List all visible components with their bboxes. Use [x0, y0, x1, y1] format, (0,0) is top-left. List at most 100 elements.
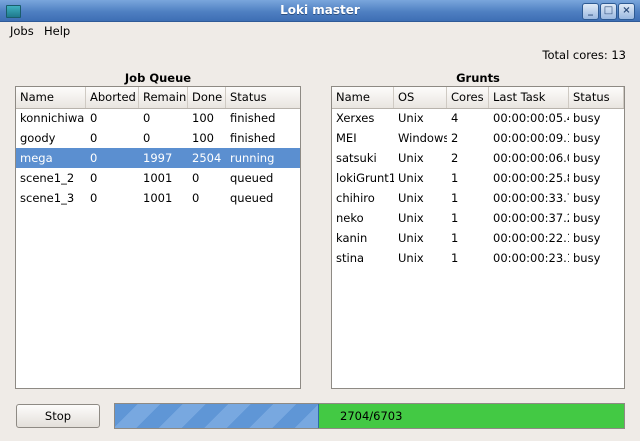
job-column-header[interactable]: Done [188, 87, 226, 108]
grunt-column-header[interactable]: Last Task [489, 87, 569, 108]
job-cell: 0 [90, 151, 98, 165]
job-cell: 0 [143, 111, 151, 125]
job-cell: 1001 [143, 171, 173, 185]
grunt-cell: lokiGrunt1 [336, 171, 394, 185]
grunt-column-header[interactable]: Cores [447, 87, 489, 108]
grunt-cell: busy [573, 191, 601, 205]
job-row[interactable]: scene1_2 0 1001 0 queued [16, 168, 300, 188]
menu-help[interactable]: Help [44, 24, 70, 38]
grunt-cell: busy [573, 211, 601, 225]
job-cell: running [230, 151, 275, 165]
job-cell: 0 [192, 191, 200, 205]
grunt-cell: 1 [451, 211, 459, 225]
job-cell: scene1_2 [20, 171, 75, 185]
job-row[interactable]: goody 0 0 100 finished [16, 128, 300, 148]
grunt-cell: Unix [398, 231, 424, 245]
job-cell: 1001 [143, 191, 173, 205]
job-column-header[interactable]: Status [226, 87, 300, 108]
grunt-cell: busy [573, 231, 601, 245]
minimize-icon[interactable]: _ [582, 3, 599, 20]
grunt-cell: 00:00:00:06.0 [493, 151, 569, 165]
grunt-cell: kanin [336, 231, 368, 245]
job-cell: finished [230, 111, 276, 125]
job-cell: 0 [90, 111, 98, 125]
grunt-cell: satsuki [336, 151, 377, 165]
job-cell: 0 [90, 131, 98, 145]
grunt-cell: 00:00:00:23.1 [493, 251, 569, 265]
grunt-cell: 1 [451, 191, 459, 205]
grunt-column-header[interactable]: OS [394, 87, 447, 108]
grunt-cell: busy [573, 251, 601, 265]
grunt-cell: Unix [398, 251, 424, 265]
grunt-column-header[interactable]: Name [332, 87, 394, 108]
job-column-header[interactable]: Aborted [86, 87, 139, 108]
grunts-table[interactable]: Name OS Cores Last Task Status Xerxes Unix 4 00… [331, 86, 625, 389]
close-icon[interactable]: × [618, 3, 635, 20]
stop-button[interactable]: Stop [16, 404, 100, 428]
grunt-row[interactable]: kanin Unix 1 00:00:00:22.1 busy [332, 228, 624, 248]
job-row[interactable]: mega 0 1997 2504 running [16, 148, 300, 168]
job-cell: 100 [192, 111, 214, 125]
grunt-row[interactable]: neko Unix 1 00:00:00:37.2 busy [332, 208, 624, 228]
grunt-cell: MEI [336, 131, 357, 145]
grunt-cell: Xerxes [336, 111, 375, 125]
grunt-cell: 00:00:00:25.8 [493, 171, 569, 185]
grunt-cell: busy [573, 151, 601, 165]
grunt-cell: neko [336, 211, 364, 225]
grunt-cell: busy [573, 131, 601, 145]
job-cell: 100 [192, 131, 214, 145]
job-cell: 2504 [192, 151, 222, 165]
job-cell: goody [20, 131, 56, 145]
grunt-cell: Unix [398, 171, 424, 185]
grunt-cell: stina [336, 251, 365, 265]
progress-text: 2704/6703 [340, 409, 403, 423]
progress-bar: 2704/6703 [114, 403, 625, 429]
grunt-cell: 00:00:00:05.4 [493, 111, 569, 125]
grunt-cell: 2 [451, 131, 459, 145]
grunt-cell: Unix [398, 211, 424, 225]
job-queue-table[interactable]: Name Aborted Remain Done Status konnichiwa! 0… [15, 86, 301, 389]
grunt-column-header[interactable]: Status [569, 87, 624, 108]
grunts-header: Name OS Cores Last Task Status [332, 87, 624, 109]
grunt-cell: 1 [451, 251, 459, 265]
menu-jobs[interactable]: Jobs [10, 24, 34, 38]
job-cell: mega [20, 151, 53, 165]
grunt-row[interactable]: satsuki Unix 2 00:00:00:06.0 busy [332, 148, 624, 168]
grunt-cell: 4 [451, 111, 459, 125]
job-column-header[interactable]: Name [16, 87, 86, 108]
grunt-cell: 2 [451, 151, 459, 165]
grunt-cell: busy [573, 171, 601, 185]
job-cell: 0 [90, 191, 98, 205]
job-column-header[interactable]: Remain [139, 87, 188, 108]
grunts-title: Grunts [456, 71, 500, 85]
grunt-cell: Unix [398, 151, 424, 165]
job-cell: queued [230, 171, 274, 185]
grunt-cell: Windows [398, 131, 447, 145]
grunt-row[interactable]: lokiGrunt1 Unix 1 00:00:00:25.8 busy [332, 168, 624, 188]
job-cell: 0 [90, 171, 98, 185]
job-queue-title: Job Queue [124, 71, 192, 85]
grunt-row[interactable]: MEI Windows 2 00:00:00:09.1 busy [332, 128, 624, 148]
job-queue-header: Name Aborted Remain Done Status [16, 87, 300, 109]
grunt-cell: chihiro [336, 191, 375, 205]
grunt-row[interactable]: stina Unix 1 00:00:00:23.1 busy [332, 248, 624, 268]
job-cell: 1997 [143, 151, 173, 165]
job-row[interactable]: scene1_3 0 1001 0 queued [16, 188, 300, 208]
job-cell: 0 [143, 131, 151, 145]
job-cell: konnichiwa! [20, 111, 86, 125]
job-cell: finished [230, 131, 276, 145]
grunt-row[interactable]: chihiro Unix 1 00:00:00:33.7 busy [332, 188, 624, 208]
title-bar[interactable]: Loki master _ □ × [0, 0, 640, 22]
job-cell: 0 [192, 171, 200, 185]
grunt-cell: 00:00:00:33.7 [493, 191, 569, 205]
grunt-cell: Unix [398, 111, 424, 125]
job-row[interactable]: konnichiwa! 0 0 100 finished [16, 108, 300, 128]
job-cell: scene1_3 [20, 191, 75, 205]
grunt-cell: busy [573, 111, 601, 125]
grunt-cell: 00:00:00:37.2 [493, 211, 569, 225]
progress-fill [115, 404, 319, 428]
total-cores-label: Total cores: 13 [542, 48, 626, 62]
grunt-cell: 00:00:00:09.1 [493, 131, 569, 145]
maximize-icon[interactable]: □ [600, 3, 617, 20]
grunt-row[interactable]: Xerxes Unix 4 00:00:00:05.4 busy [332, 108, 624, 128]
